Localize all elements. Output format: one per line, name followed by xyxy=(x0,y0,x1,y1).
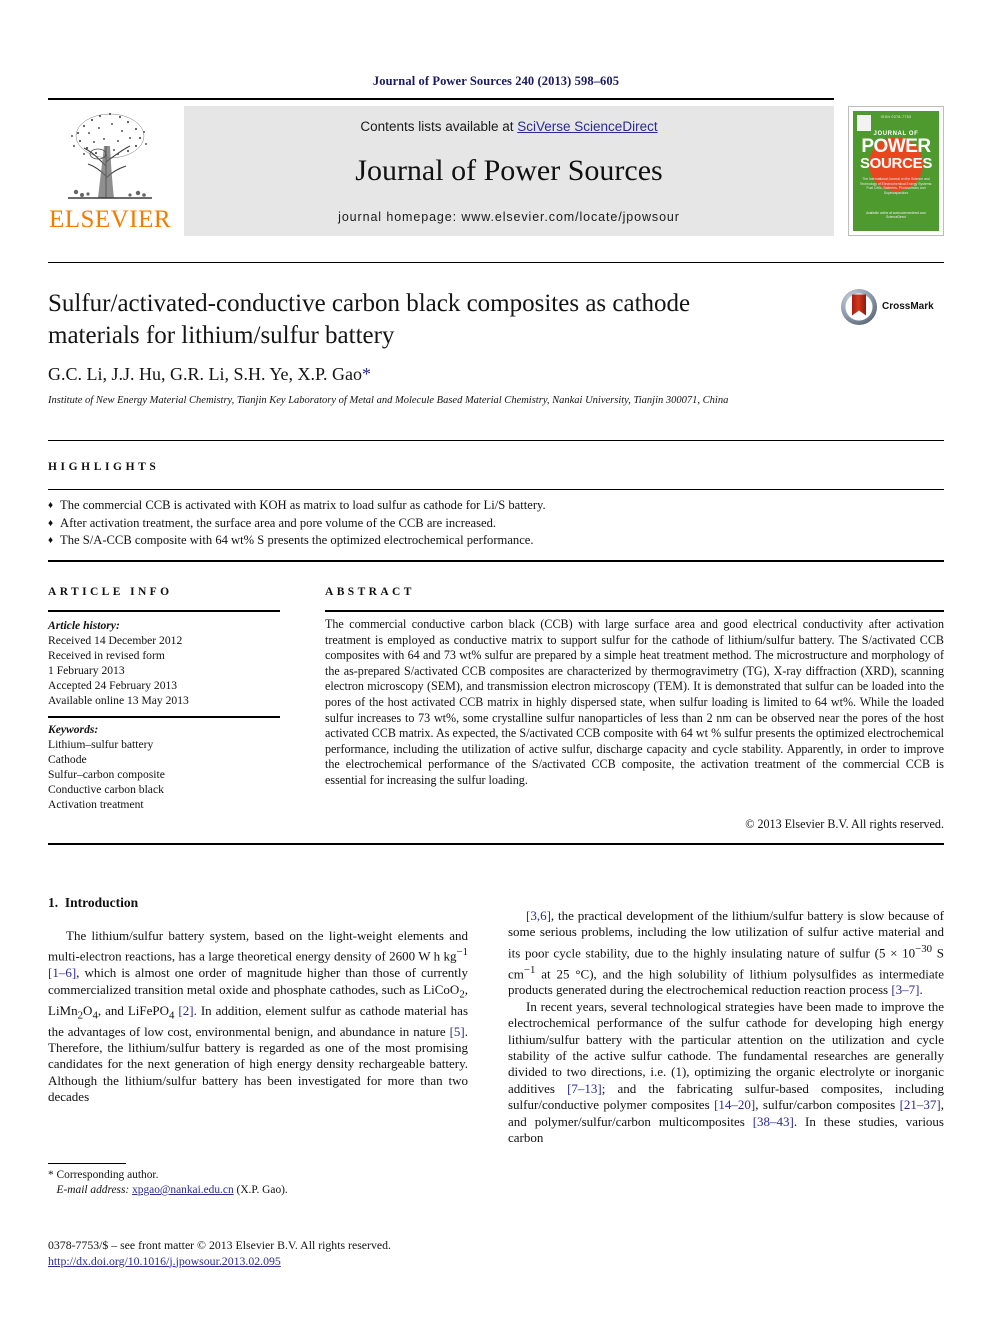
sciencedirect-link[interactable]: SciVerse ScienceDirect xyxy=(517,119,657,134)
contents-prefix: Contents lists available at xyxy=(360,119,518,134)
highlights-list: ♦ The commercial CCB is activated with KO… xyxy=(48,497,944,550)
body-column-left: The lithium/sulfur battery system, based… xyxy=(48,928,468,1106)
article-history: Article history: Received 14 December 20… xyxy=(48,618,288,708)
corresponding-author-marker: * xyxy=(362,364,372,384)
keyword: Conductive carbon black xyxy=(48,783,164,796)
corresponding-author-note: * Corresponding author. xyxy=(48,1169,159,1181)
highlight-text: The S/A-CCB composite with 64 wt% S pres… xyxy=(60,533,534,547)
doi-link[interactable]: http://dx.doi.org/10.1016/j.jpowsour.201… xyxy=(48,1254,281,1268)
email-label: E-mail address: xyxy=(56,1184,130,1196)
article-history-label: Article history: xyxy=(48,619,120,632)
history-line: 1 February 2013 xyxy=(48,664,125,677)
paragraph: The lithium/sulfur battery system, based… xyxy=(48,928,468,1105)
abstract-copyright: © 2013 Elsevier B.V. All rights reserved… xyxy=(745,817,944,831)
history-line: Received 14 December 2012 xyxy=(48,634,183,647)
footnote-rule xyxy=(48,1163,126,1164)
paragraph: In recent years, several technological s… xyxy=(508,998,944,1145)
elsevier-logo: ELSEVIER xyxy=(48,106,172,236)
journal-cover-thumbnail: ISSN 0378-7753 JOURNAL OF POWER SOURCES … xyxy=(848,106,944,236)
crossmark-badge[interactable]: CrossMark xyxy=(840,288,936,330)
elsevier-wordmark: ELSEVIER xyxy=(48,206,172,233)
cover-artwork: ISSN 0378-7753 JOURNAL OF POWER SOURCES … xyxy=(853,111,939,231)
cover-subtitle: The International Journal on the Science… xyxy=(859,177,933,195)
paragraph: [3,6], the practical development of the … xyxy=(508,908,944,998)
highlights-bottom-rule xyxy=(48,560,944,562)
abstract-rule xyxy=(325,610,944,612)
highlights-mid-rule xyxy=(48,489,944,490)
keywords-label: Keywords: xyxy=(48,723,99,736)
email-suffix: (X.P. Gao). xyxy=(236,1184,288,1196)
abstract-text: The commercial conductive carbon black (… xyxy=(325,617,944,787)
crossmark-icon xyxy=(840,288,878,326)
footnote-block: * Corresponding author. E-mail address: … xyxy=(48,1168,478,1198)
bullet-icon: ♦ xyxy=(48,535,54,546)
email-link[interactable]: xpgao@nankai.edu.cn xyxy=(132,1184,234,1196)
journal-title: Journal of Power Sources xyxy=(355,154,663,187)
body-column-right: [3,6], the practical development of the … xyxy=(508,908,944,1146)
keyword: Sulfur–carbon composite xyxy=(48,768,165,781)
front-matter-block: 0378-7753/$ – see front matter © 2013 El… xyxy=(48,1238,488,1269)
keywords-block: Keywords: Lithium–sulfur battery Cathode… xyxy=(48,722,288,812)
article-info-heading: ARTICLE INFO xyxy=(48,586,173,598)
cover-power-word: POWER xyxy=(861,136,931,157)
bullet-icon: ♦ xyxy=(48,500,54,511)
keyword: Lithium–sulfur battery xyxy=(48,738,154,751)
section-heading-introduction: 1. Introduction xyxy=(48,895,138,911)
section-title: Introduction xyxy=(64,895,139,910)
running-head: Journal of Power Sources 240 (2013) 598–… xyxy=(372,74,620,88)
highlights-heading: HIGHLIGHTS xyxy=(48,461,160,473)
history-line: Received in revised form xyxy=(48,649,165,662)
sciencedirect-band: Contents lists available at SciVerse Sci… xyxy=(184,106,834,236)
paper-page: Journal of Power Sources 240 (2013) 598–… xyxy=(0,0,992,1323)
title-divider xyxy=(48,262,944,263)
elsevier-tree-icon xyxy=(54,106,166,206)
bullet-icon: ♦ xyxy=(48,517,54,529)
cover-footer: Available online at www.sciencedirect.co… xyxy=(866,211,926,220)
keyword: Activation treatment xyxy=(48,798,144,811)
author-names: G.C. Li, J.J. Hu, G.R. Li, S.H. Ye, X.P.… xyxy=(48,364,363,384)
highlights-top-rule xyxy=(48,440,944,441)
contents-line: Contents lists available at SciVerse Sci… xyxy=(184,119,834,134)
journal-masthead: ELSEVIER Contents lists available at Sci… xyxy=(48,98,944,243)
keywords-rule xyxy=(48,716,280,718)
highlight-item: ♦ The S/A-CCB composite with 64 wt% S pre… xyxy=(48,532,944,550)
crossmark-label: CrossMark xyxy=(882,301,934,312)
highlight-text: After activation treatment, the surface … xyxy=(60,515,497,530)
author-list: G.C. Li, J.J. Hu, G.R. Li, S.H. Ye, X.P.… xyxy=(48,364,748,385)
cover-sources-word: SOURCES xyxy=(859,155,933,172)
cover-issn: ISSN 0378-7753 xyxy=(880,115,912,119)
highlight-item: ♦ After activation treatment, the surface… xyxy=(48,515,944,533)
article-info-rule xyxy=(48,610,280,612)
front-matter-text: 0378-7753/$ – see front matter © 2013 El… xyxy=(48,1238,391,1252)
history-line: Accepted 24 February 2013 xyxy=(48,679,178,692)
affiliation: Institute of New Energy Material Chemist… xyxy=(48,395,729,406)
page-title: Sulfur/activated-conductive carbon black… xyxy=(48,290,691,349)
info-abstract-bottom-rule xyxy=(48,843,944,845)
section-number: 1. xyxy=(48,895,59,910)
keyword: Cathode xyxy=(48,753,87,766)
journal-homepage[interactable]: journal homepage: www.elsevier.com/locat… xyxy=(184,210,834,224)
history-line: Available online 13 May 2013 xyxy=(48,694,189,707)
abstract-heading: ABSTRACT xyxy=(325,586,415,598)
highlight-text: The commercial CCB is activated with KOH… xyxy=(60,498,546,512)
masthead-top-rule xyxy=(48,98,834,100)
highlight-item: ♦ The commercial CCB is activated with KO… xyxy=(48,497,944,515)
